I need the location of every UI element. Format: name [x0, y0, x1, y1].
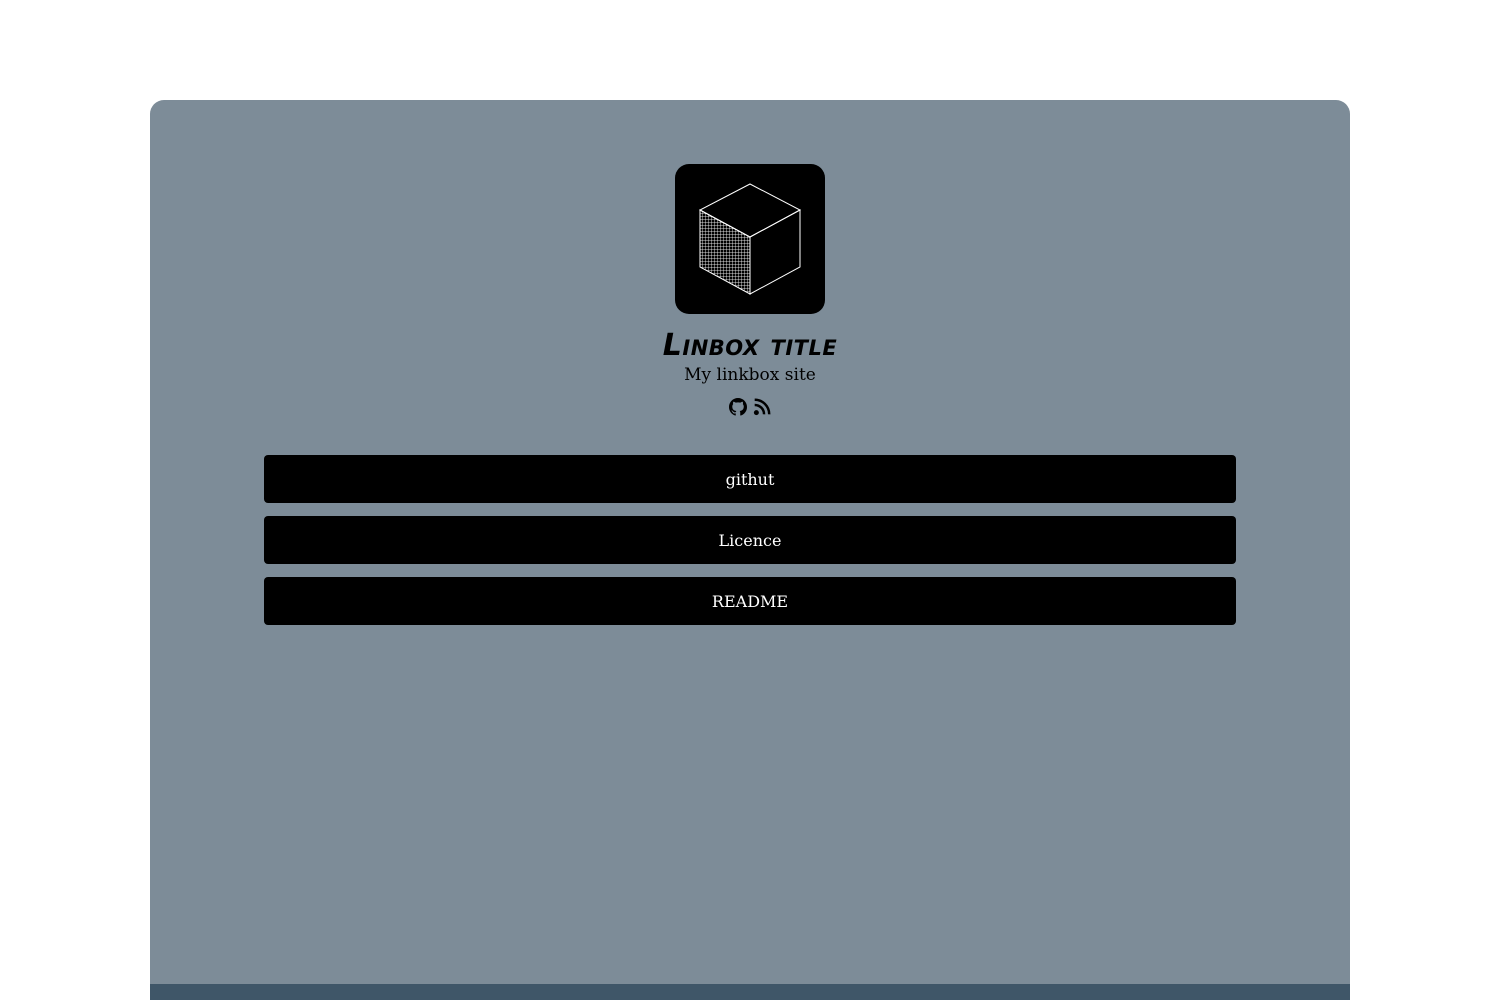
github-icon[interactable] — [729, 398, 747, 416]
link-button-licence[interactable]: Licence — [264, 516, 1236, 564]
footer-bar — [150, 984, 1350, 1000]
link-list: githut Licence README — [264, 455, 1236, 638]
link-button-readme[interactable]: README — [264, 577, 1236, 625]
page-title: Linbox title — [662, 328, 838, 363]
social-links — [150, 398, 1350, 418]
link-button-githut[interactable]: githut — [264, 455, 1236, 503]
wireframe-cube-icon — [698, 183, 802, 295]
linkbox-card: Linbox title My linkbox site githut Lice… — [150, 100, 1350, 1000]
rss-feed-icon[interactable] — [753, 398, 771, 416]
avatar — [675, 164, 825, 314]
page-subtitle: My linkbox site — [684, 365, 816, 385]
